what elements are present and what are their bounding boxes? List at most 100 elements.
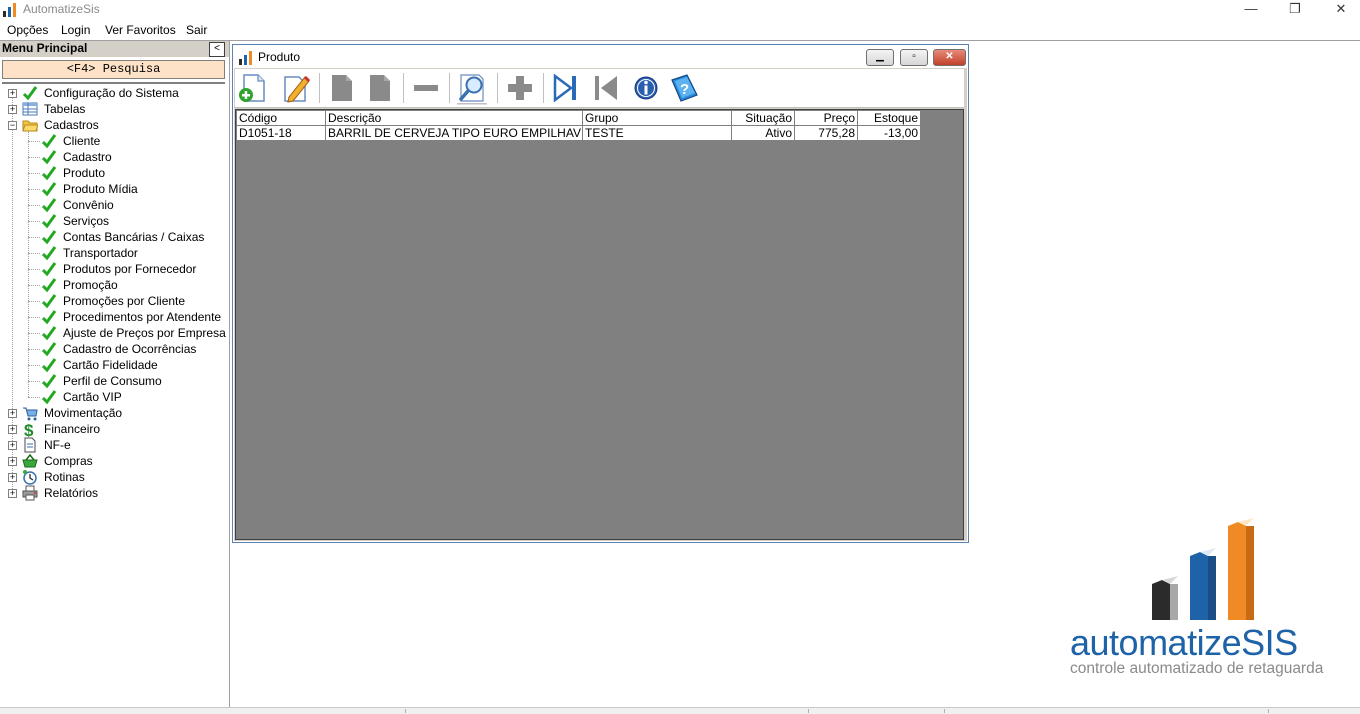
brand-logo: automatizeSIS controle automatizado de r… bbox=[1068, 518, 1343, 683]
tree-item-configuracao-do-sistema[interactable]: + Configuração do Sistema bbox=[0, 85, 229, 101]
check-icon bbox=[41, 150, 57, 165]
title-bar: AutomatizeSis — ❐ ✕ bbox=[0, 0, 1360, 20]
tree-item-relatorios[interactable]: + Relatórios bbox=[0, 485, 229, 501]
check-icon bbox=[41, 214, 57, 229]
check-icon bbox=[41, 358, 57, 373]
tree-item-cadastros[interactable]: − Cadastros bbox=[0, 117, 229, 133]
minimize-button[interactable]: — bbox=[1228, 0, 1274, 20]
tree-item-label: Produto bbox=[63, 166, 106, 180]
cancel-icon[interactable] bbox=[363, 71, 397, 105]
menu-login[interactable]: Login bbox=[61, 23, 90, 37]
product-window: Produto ▁ ▫ ✕ ? Código Descrição Grupo S… bbox=[232, 44, 969, 543]
edit-icon[interactable] bbox=[279, 71, 313, 105]
tree-item-convenio[interactable]: Convênio bbox=[0, 197, 229, 213]
table-row[interactable]: D1051-18 BARRIL DE CERVEJA TIPO EURO EMP… bbox=[236, 125, 921, 141]
tree-item-label: Promoções por Cliente bbox=[63, 294, 186, 308]
expand-toggle-icon[interactable]: + bbox=[8, 105, 17, 114]
product-minimize-button[interactable]: ▁ bbox=[866, 49, 894, 66]
first-icon[interactable] bbox=[589, 71, 623, 105]
add-icon[interactable] bbox=[503, 71, 537, 105]
delete-icon[interactable] bbox=[409, 71, 443, 105]
panel-divider bbox=[2, 82, 225, 84]
column-header-grupo[interactable]: Grupo bbox=[582, 110, 732, 126]
tree-item-label: Serviços bbox=[63, 214, 110, 228]
tree-item-cliente[interactable]: Cliente bbox=[0, 133, 229, 149]
cell-estoque[interactable]: -13,00 bbox=[857, 125, 921, 141]
tree-item-promocoes-por-cliente[interactable]: Promoções por Cliente bbox=[0, 293, 229, 309]
tree-item-servicos[interactable]: Serviços bbox=[0, 213, 229, 229]
tree-item-produto-midia[interactable]: Produto Mídia bbox=[0, 181, 229, 197]
tree-item-cadastro[interactable]: Cadastro bbox=[0, 149, 229, 165]
expand-toggle-icon[interactable]: + bbox=[8, 409, 17, 418]
column-header-estoque[interactable]: Estoque bbox=[857, 110, 921, 126]
new-icon[interactable] bbox=[236, 71, 270, 105]
tree-item-contas-bancarias-caixas[interactable]: Contas Bancárias / Caixas bbox=[0, 229, 229, 245]
tree-item-label: Convênio bbox=[63, 198, 114, 212]
tree-item-financeiro[interactable]: + $ Financeiro bbox=[0, 421, 229, 437]
tree-item-label: Ajuste de Preços por Empresa bbox=[63, 326, 226, 340]
logo-name-part2: SIS bbox=[1241, 622, 1298, 663]
cell-preco[interactable]: 775,28 bbox=[794, 125, 858, 141]
expand-toggle-icon[interactable]: + bbox=[8, 441, 17, 450]
tree-item-cartao-vip[interactable]: Cartão VIP bbox=[0, 389, 229, 405]
cart-icon bbox=[23, 407, 38, 421]
expand-toggle-icon[interactable]: + bbox=[8, 489, 17, 498]
app-title: AutomatizeSis bbox=[23, 2, 100, 16]
check-icon bbox=[41, 182, 57, 197]
check-icon bbox=[41, 390, 57, 405]
toolbar-separator bbox=[319, 73, 320, 103]
expand-toggle-icon[interactable]: + bbox=[8, 473, 17, 482]
product-toolbar: ? bbox=[235, 69, 964, 108]
cell-grupo[interactable]: TESTE bbox=[582, 125, 732, 141]
check-icon bbox=[41, 134, 57, 149]
tree-item-ajuste-de-precos-por-empresa[interactable]: Ajuste de Preços por Empresa bbox=[0, 325, 229, 341]
expand-toggle-icon[interactable]: − bbox=[8, 121, 17, 130]
tree-item-rotinas[interactable]: + Rotinas bbox=[0, 469, 229, 485]
tree-item-promocao[interactable]: Promoção bbox=[0, 277, 229, 293]
tree-item-label: Tabelas bbox=[44, 102, 86, 116]
search-icon[interactable] bbox=[455, 71, 489, 105]
last-icon[interactable] bbox=[549, 71, 583, 105]
menu-sair[interactable]: Sair bbox=[186, 23, 207, 37]
menu-opcoes[interactable]: Opções bbox=[7, 23, 48, 37]
tree-item-label: Procedimentos por Atendente bbox=[63, 310, 222, 324]
help-icon[interactable]: ? bbox=[667, 71, 701, 105]
product-restore-button[interactable]: ▫ bbox=[900, 49, 928, 66]
tree-item-transportador[interactable]: Transportador bbox=[0, 245, 229, 261]
info-icon[interactable] bbox=[629, 71, 663, 105]
column-header-codigo[interactable]: Código bbox=[236, 110, 326, 126]
search-button[interactable]: <F4> Pesquisa bbox=[2, 60, 225, 79]
tree-item-movimentacao[interactable]: + Movimentação bbox=[0, 405, 229, 421]
toolbar-separator bbox=[543, 73, 544, 103]
close-button[interactable]: ✕ bbox=[1318, 0, 1360, 20]
tree-item-label: Cadastro bbox=[63, 150, 112, 164]
tree-item-nf-e[interactable]: + NF-e bbox=[0, 437, 229, 453]
tree-item-label: Contas Bancárias / Caixas bbox=[63, 230, 205, 244]
restore-button[interactable]: ❐ bbox=[1272, 0, 1318, 20]
expand-toggle-icon[interactable]: + bbox=[8, 457, 17, 466]
tree-item-compras[interactable]: + Compras bbox=[0, 453, 229, 469]
save-icon[interactable] bbox=[325, 71, 359, 105]
tree-item-tabelas[interactable]: + Tabelas bbox=[0, 101, 229, 117]
column-header-situacao[interactable]: Situação bbox=[731, 110, 795, 126]
cell-situacao[interactable]: Ativo bbox=[731, 125, 795, 141]
tree-item-cadastro-de-ocorrencias[interactable]: Cadastro de Ocorrências bbox=[0, 341, 229, 357]
cell-descricao[interactable]: BARRIL DE CERVEJA TIPO EURO EMPILHAVEL C… bbox=[325, 125, 583, 141]
tree-item-procedimentos-por-atendente[interactable]: Procedimentos por Atendente bbox=[0, 309, 229, 325]
expand-toggle-icon[interactable]: + bbox=[8, 89, 17, 98]
menu-ver-favoritos[interactable]: Ver Favoritos bbox=[105, 23, 176, 37]
collapse-panel-button[interactable]: < bbox=[209, 42, 225, 57]
tree-item-produto[interactable]: Produto bbox=[0, 165, 229, 181]
expand-toggle-icon[interactable]: + bbox=[8, 425, 17, 434]
tree-item-produtos-por-fornecedor[interactable]: Produtos por Fornecedor bbox=[0, 261, 229, 277]
column-header-descricao[interactable]: Descrição bbox=[325, 110, 583, 126]
cell-codigo[interactable]: D1051-18 bbox=[236, 125, 326, 141]
column-header-preco[interactable]: Preço bbox=[794, 110, 858, 126]
product-close-button[interactable]: ✕ bbox=[933, 49, 966, 66]
clock-icon bbox=[23, 470, 37, 485]
tree-item-cartao-fidelidade[interactable]: Cartão Fidelidade bbox=[0, 357, 229, 373]
app-logo-icon bbox=[239, 51, 252, 65]
tree-item-perfil-de-consumo[interactable]: Perfil de Consumo bbox=[0, 373, 229, 389]
tree-item-label: Cartão Fidelidade bbox=[63, 358, 158, 372]
app-logo-icon bbox=[3, 3, 16, 17]
